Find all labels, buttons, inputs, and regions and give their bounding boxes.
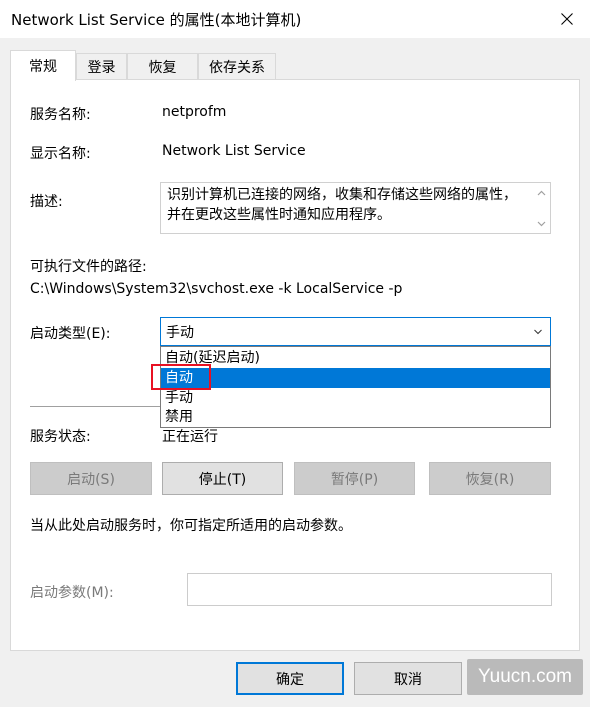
highlight-box [151, 364, 211, 390]
description-scrollbar[interactable] [533, 183, 550, 233]
display-name-value: Network List Service [162, 143, 306, 159]
service-name-value: netprofm [162, 104, 227, 120]
startup-type-dropdown-list: 自动(延迟启动) 自动 手动 禁用 [160, 346, 551, 428]
option-auto-delayed[interactable]: 自动(延迟启动) [161, 348, 550, 368]
scroll-up-icon[interactable] [537, 189, 546, 198]
startup-type-select[interactable]: 手动 [160, 317, 551, 346]
service-name-label: 服务名称: [30, 107, 91, 123]
ok-button-label: 确定 [276, 671, 304, 688]
resume-button[interactable]: 恢复(R) [429, 462, 551, 495]
tab-general[interactable]: 常规 [10, 50, 76, 81]
window-title: Network List Service 的属性(本地计算机) [11, 11, 302, 29]
pause-button[interactable]: 暂停(P) [294, 462, 415, 495]
description-text: 识别计算机已连接的网络，收集和存储这些网络的属性，并在更改这些属性时通知应用程序… [167, 187, 517, 223]
option-auto[interactable]: 自动 [161, 368, 550, 388]
watermark: Yuucn.com [467, 659, 583, 695]
start-params-input[interactable] [187, 573, 552, 606]
start-button[interactable]: 启动(S) [30, 462, 152, 495]
tab-logon-label: 登录 [87, 60, 116, 76]
service-status-label: 服务状态: [30, 429, 91, 445]
start-button-label: 启动(S) [67, 471, 115, 488]
close-icon [561, 13, 573, 25]
tab-general-label: 常规 [29, 59, 57, 75]
tab-dependencies-label: 依存关系 [209, 60, 265, 76]
resume-button-label: 恢复(R) [465, 471, 515, 488]
cancel-button-label: 取消 [394, 671, 422, 688]
description-label: 描述: [30, 194, 63, 210]
pause-button-label: 暂停(P) [330, 471, 379, 488]
display-name-label: 显示名称: [30, 146, 91, 162]
tab-logon[interactable]: 登录 [76, 53, 127, 80]
start-params-label: 启动参数(M): [30, 585, 114, 601]
stop-button-label: 停止(T) [198, 471, 247, 488]
properties-dialog: Network List Service 的属性(本地计算机) 常规 登录 恢复… [0, 0, 590, 707]
close-button[interactable] [544, 0, 590, 38]
option-disabled[interactable]: 禁用 [161, 407, 550, 427]
ok-button[interactable]: 确定 [236, 662, 344, 695]
title-bar: Network List Service 的属性(本地计算机) [0, 0, 590, 38]
startup-type-label: 启动类型(E): [30, 326, 111, 342]
startup-type-selected: 手动 [166, 325, 194, 341]
exe-path-value: C:\Windows\System32\svchost.exe -k Local… [30, 281, 403, 297]
exe-path-label: 可执行文件的路径: [30, 259, 147, 275]
cancel-button[interactable]: 取消 [354, 662, 462, 695]
tab-recovery[interactable]: 恢复 [127, 53, 198, 80]
stop-button[interactable]: 停止(T) [162, 462, 283, 495]
option-manual[interactable]: 手动 [161, 388, 550, 408]
service-status-value: 正在运行 [162, 429, 218, 445]
description-textbox[interactable]: 识别计算机已连接的网络，收集和存储这些网络的属性，并在更改这些属性时通知应用程序… [160, 182, 551, 234]
start-params-hint: 当从此处启动服务时，你可指定所适用的启动参数。 [30, 518, 352, 534]
chevron-down-icon [534, 329, 542, 335]
tab-recovery-label: 恢复 [148, 60, 177, 76]
scroll-down-icon[interactable] [537, 219, 546, 228]
tab-dependencies[interactable]: 依存关系 [198, 53, 276, 80]
